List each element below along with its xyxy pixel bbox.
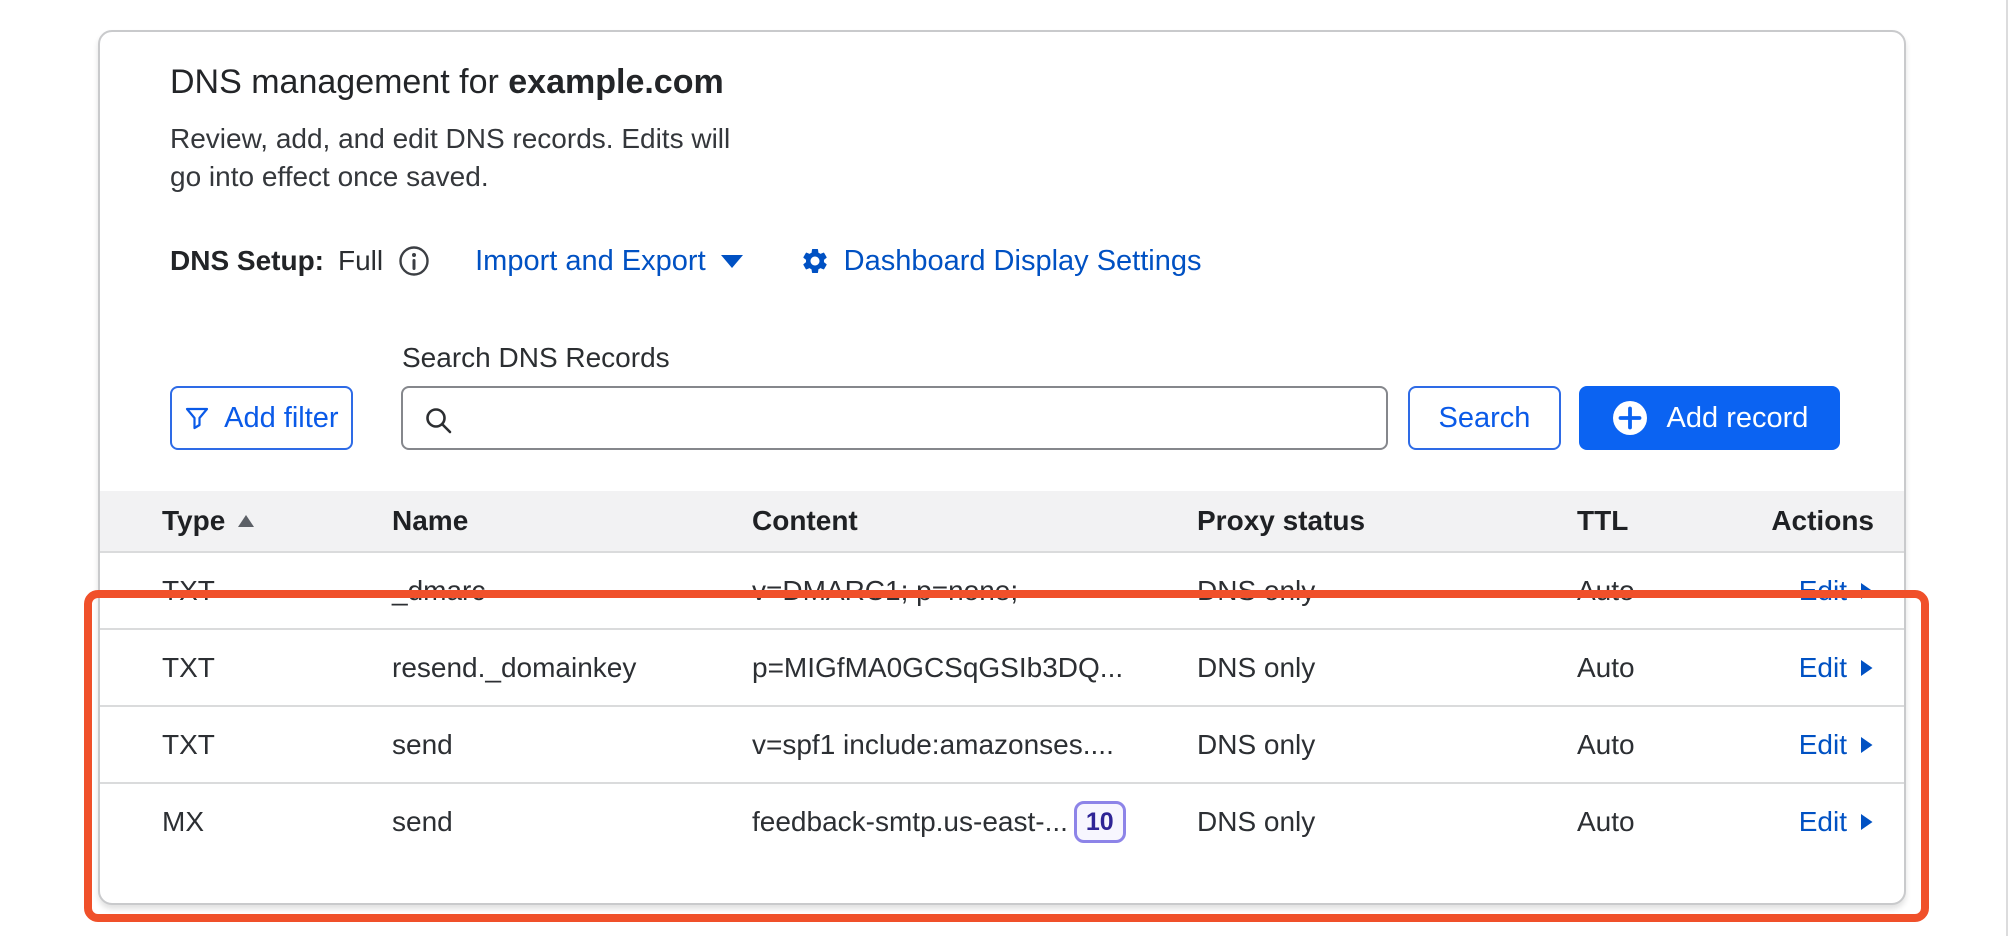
edit-record-link[interactable]: Edit: [1799, 575, 1874, 607]
table-row: TXT resend._domainkey p=MIGfMA0GCSqGSIb3…: [100, 628, 1904, 705]
table-row: TXT send v=spf1 include:amazonses.... DN…: [100, 705, 1904, 782]
chevron-right-icon: [1859, 812, 1874, 832]
cell-name: resend._domainkey: [392, 652, 752, 684]
cell-ttl: Auto: [1577, 652, 1767, 684]
cell-content: feedback-smtp.us-east-... 10: [752, 801, 1197, 843]
chevron-down-icon: [720, 253, 744, 269]
import-export-link[interactable]: Import and Export: [475, 245, 744, 278]
dns-setup-row: DNS Setup: Full Import and Export Dashbo…: [170, 244, 1840, 278]
add-filter-button[interactable]: Add filter: [170, 386, 353, 450]
dashboard-display-settings-link[interactable]: Dashboard Display Settings: [800, 245, 1202, 278]
column-header-name: Name: [392, 505, 752, 537]
column-header-content: Content: [752, 505, 1197, 537]
table-row: TXT _dmarc v=DMARC1; p=none; DNS only Au…: [100, 551, 1904, 628]
dns-management-card: DNS management for example.com Review, a…: [98, 30, 1906, 905]
cell-type: TXT: [162, 652, 392, 684]
table-row: MX send feedback-smtp.us-east-... 10 DNS…: [100, 782, 1904, 859]
column-header-ttl: TTL: [1577, 505, 1767, 537]
page-right-edge-divider: [2006, 0, 2008, 936]
cell-type: TXT: [162, 575, 392, 607]
cell-name: _dmarc: [392, 575, 752, 607]
edit-record-link[interactable]: Edit: [1799, 652, 1874, 684]
edit-record-link[interactable]: Edit: [1799, 729, 1874, 761]
edit-record-link[interactable]: Edit: [1799, 806, 1874, 838]
cell-proxy-status: DNS only: [1197, 806, 1577, 838]
cell-proxy-status: DNS only: [1197, 575, 1577, 607]
cell-type: MX: [162, 806, 392, 838]
add-record-button[interactable]: Add record: [1579, 386, 1840, 450]
domain-name: example.com: [508, 63, 723, 101]
search-icon: [423, 405, 453, 435]
cell-content: p=MIGfMA0GCSqGSIb3DQ...: [752, 652, 1197, 684]
column-header-type[interactable]: Type: [162, 505, 392, 537]
plus-circle-icon: [1611, 399, 1649, 437]
chevron-right-icon: [1859, 658, 1874, 678]
dns-records-table: Type Name Content Proxy status TTL Actio…: [100, 491, 1904, 859]
page-title: DNS management for example.com: [170, 60, 1840, 104]
cell-proxy-status: DNS only: [1197, 652, 1577, 684]
cell-content: v=DMARC1; p=none;: [752, 575, 1197, 607]
column-header-proxy-status: Proxy status: [1197, 505, 1577, 537]
mx-priority-badge: 10: [1074, 801, 1126, 843]
cell-ttl: Auto: [1577, 575, 1767, 607]
chevron-right-icon: [1859, 581, 1874, 601]
search-input-wrapper: [401, 386, 1388, 450]
search-button[interactable]: Search: [1408, 386, 1561, 450]
column-header-actions: Actions: [1767, 505, 1874, 537]
cell-ttl: Auto: [1577, 806, 1767, 838]
table-header-row: Type Name Content Proxy status TTL Actio…: [100, 491, 1904, 551]
cell-proxy-status: DNS only: [1197, 729, 1577, 761]
cell-content: v=spf1 include:amazonses....: [752, 729, 1197, 761]
sort-ascending-icon: [237, 514, 255, 528]
cell-name: send: [392, 806, 752, 838]
dns-setup-value: Full: [338, 245, 383, 277]
dns-setup-label: DNS Setup:: [170, 245, 324, 277]
page-description: Review, add, and edit DNS records. Edits…: [170, 120, 1840, 196]
filter-icon: [184, 405, 210, 431]
gear-icon: [800, 246, 830, 276]
chevron-right-icon: [1859, 735, 1874, 755]
cell-type: TXT: [162, 729, 392, 761]
cell-name: send: [392, 729, 752, 761]
info-icon[interactable]: [397, 244, 431, 278]
cell-ttl: Auto: [1577, 729, 1767, 761]
search-input[interactable]: [403, 388, 1386, 448]
search-label: Search DNS Records: [402, 342, 1840, 374]
